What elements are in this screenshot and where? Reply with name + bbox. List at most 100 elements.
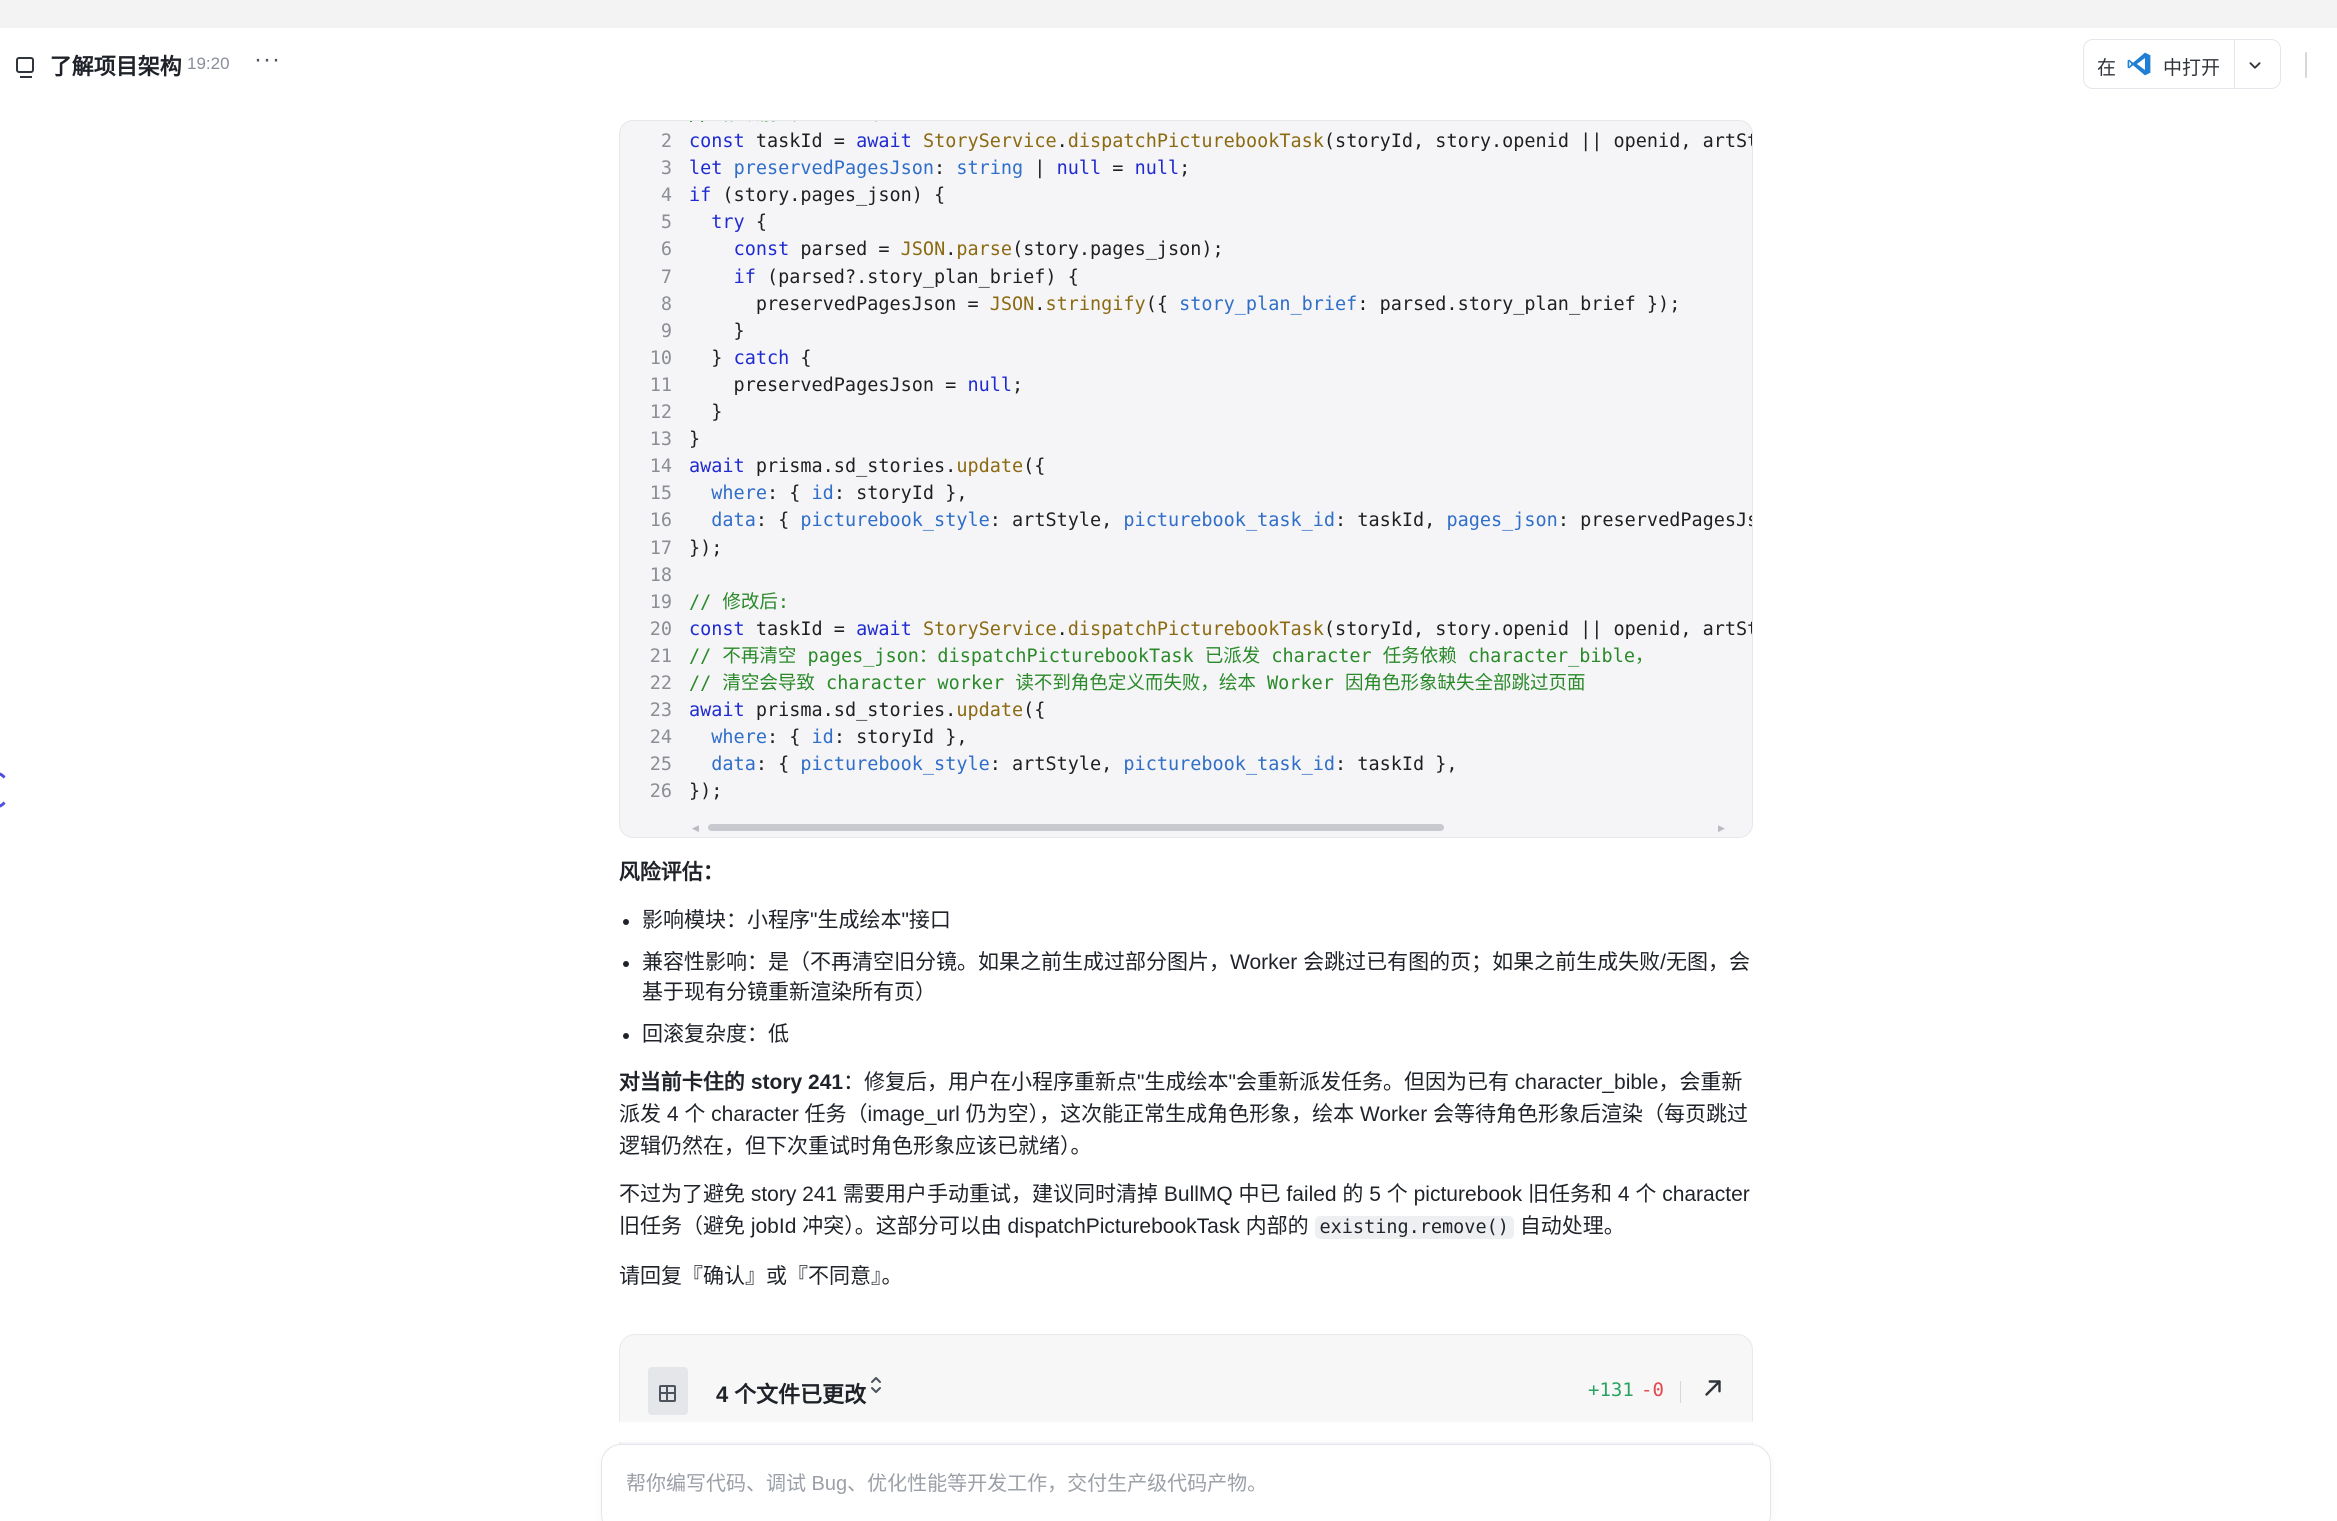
code-line: 13}	[620, 426, 1750, 453]
line-number: 6	[660, 239, 672, 261]
risk-bullet-text: 回滚复杂度：低	[642, 1023, 789, 1046]
message-input[interactable]	[626, 1473, 1726, 1496]
code-text: if (parsed?.story_plan_brief) {	[733, 266, 1079, 288]
open-in-vscode-button[interactable]: 在 中打开	[2084, 40, 2234, 88]
code-line: 8 preservedPagesJson = JSON.stringify({ …	[620, 291, 1750, 318]
line-number: 24	[649, 727, 672, 749]
code-text: const taskId = await StoryService.dispat…	[689, 131, 1753, 153]
code-line: 10 } catch {	[620, 345, 1750, 372]
code-line: 4 if (story.pages_json) {	[620, 182, 1750, 209]
chat-header	[0, 28, 2337, 100]
line-number: 14	[649, 456, 672, 478]
lines-removed: -0	[1641, 1379, 1664, 1401]
code-line: 15 where: { id: storyId },	[620, 480, 1750, 507]
code-block: 1 // 修改前（213-234）: 2 const taskId = await S…	[619, 120, 1753, 838]
code-text: where: { id: storyId },	[711, 727, 968, 749]
code-line: 17});	[620, 535, 1750, 562]
line-number: 2	[660, 131, 672, 153]
line-number: 21	[649, 645, 672, 667]
code-text: const taskId = await StoryService.dispat…	[689, 618, 1753, 640]
open-button-divider	[2234, 40, 2235, 88]
composer	[601, 1444, 1771, 1521]
code-text: // 清空会导致 character worker 读不到角色定义而失败，绘本 …	[689, 672, 1586, 694]
code-line: 6 const parsed = JSON.parse(story.pages_…	[620, 236, 1750, 263]
cleanup-paragraph: 不过为了避免 story 241 需要用户手动重试，建议同时清掉 BullMQ …	[619, 1179, 1753, 1244]
line-number: 5	[660, 212, 672, 234]
code-text: } catch {	[689, 347, 812, 369]
cleanup-after: 自动处理。	[1513, 1215, 1625, 1238]
line-number: 8	[660, 293, 672, 315]
code-line: 21 // 不再清空 pages_json：dispatchPicturebook…	[620, 643, 1750, 670]
code-text: // 不再清空 pages_json：dispatchPicturebookTa…	[689, 645, 1654, 667]
list-item: 影响模块：小程序"生成绘本"接口	[619, 906, 1749, 936]
code-text: try {	[711, 212, 767, 234]
line-number: 23	[649, 700, 672, 722]
code-text: });	[689, 537, 723, 559]
code-line: 5 try {	[620, 209, 1750, 236]
code-text: // 修改后:	[689, 591, 790, 613]
risk-bullet-text: 兼容性影响：是（不再清空旧分镜。如果之前生成过部分图片，Worker 会跳过已有…	[642, 951, 1750, 1004]
line-number: 4	[660, 185, 672, 207]
code-line: 20 const taskId = await StoryService.disp…	[620, 616, 1753, 643]
scroll-right-arrow[interactable]: ▶	[1718, 823, 1725, 834]
line-number: 18	[649, 564, 672, 586]
conversation-title[interactable]: 了解项目架构	[50, 49, 182, 81]
risk-bullet-text: 影响模块：小程序"生成绘本"接口	[642, 909, 951, 932]
code-line: 2 const taskId = await StoryService.dispa…	[620, 128, 1753, 155]
code-text: data: { picturebook_style: artStyle, pic…	[711, 510, 1753, 532]
code-line: 9 }	[620, 318, 1750, 345]
code-text: }	[689, 402, 723, 424]
code-text: await prisma.sd_stories.update({	[689, 700, 1046, 722]
changed-files-title[interactable]: 4 个文件已更改	[716, 1377, 866, 1409]
open-in-suffix: 中打开	[2163, 58, 2221, 79]
confirm-paragraph: 请回复『确认』或『不同意』。	[619, 1265, 903, 1288]
more-icon[interactable]: ···	[254, 46, 281, 74]
code-line: 11 preservedPagesJson = null;	[620, 372, 1750, 399]
code-line: 23 await prisma.sd_stories.update({	[620, 697, 1750, 724]
window-top-strip	[0, 0, 2337, 28]
code-line: 7 if (parsed?.story_plan_brief) {	[620, 264, 1750, 291]
code-text: }	[689, 429, 701, 451]
code-text: });	[689, 781, 723, 803]
code-text: preservedPagesJson = JSON.stringify({ st…	[689, 293, 1681, 315]
code-text: const parsed = JSON.parse(story.pages_js…	[733, 239, 1224, 261]
code-line: 16 data: { picturebook_style: artStyle, …	[620, 507, 1753, 534]
content-fade	[0, 1422, 2337, 1442]
code-text: where: { id: storyId },	[711, 483, 968, 505]
code-lines: 1 // 修改前（213-234）: 2 const taskId = await S…	[620, 121, 1753, 805]
code-text: // 修改前（213-234）:	[689, 121, 904, 128]
code-line: 14 await prisma.sd_stories.update({	[620, 453, 1750, 480]
chevron-down-icon[interactable]	[2244, 54, 2266, 76]
code-horizontal-scrollbar[interactable]	[708, 824, 1444, 831]
story-241-lead: 对当前卡住的 story 241	[619, 1071, 844, 1094]
line-number: 10	[649, 347, 672, 369]
line-number: 12	[649, 402, 672, 424]
chat-icon	[16, 57, 34, 78]
line-number: 9	[660, 320, 672, 342]
line-number: 22	[649, 672, 672, 694]
line-number: 17	[649, 537, 672, 559]
files-divider	[1680, 1381, 1681, 1403]
panel-resize-handle[interactable]	[2305, 52, 2307, 78]
risk-heading: 风险评估：	[619, 861, 724, 884]
code-text: await prisma.sd_stories.update({	[689, 456, 1046, 478]
code-line: 24 where: { id: storyId },	[620, 724, 1750, 751]
story-241-paragraph: 对当前卡住的 story 241：修复后，用户在小程序重新点"生成绘本"会重新派…	[619, 1067, 1753, 1163]
code-line: 18	[620, 562, 1750, 589]
code-line: 1 // 修改前（213-234）:	[620, 121, 1750, 128]
code-line: 26});	[620, 778, 1750, 805]
line-number: 7	[660, 266, 672, 288]
inline-code: existing.remove()	[1314, 1216, 1514, 1239]
code-line: 3 let preservedPagesJson: string | null =…	[620, 155, 1750, 182]
code-line: 12 }	[620, 399, 1750, 426]
code-line: 25 data: { picturebook_style: artStyle, …	[620, 751, 1750, 778]
line-number: 16	[649, 510, 672, 532]
open-external-icon[interactable]	[1700, 1375, 1726, 1401]
list-item: 兼容性影响：是（不再清空旧分镜。如果之前生成过部分图片，Worker 会跳过已有…	[619, 948, 1753, 1008]
line-number: 25	[649, 754, 672, 776]
file-grid-icon	[648, 1367, 688, 1415]
scroll-left-arrow[interactable]: ◀	[692, 823, 699, 834]
code-text: data: { picturebook_style: artStyle, pic…	[711, 754, 1458, 776]
line-number: 26	[649, 781, 672, 803]
expand-toggle-icon[interactable]	[868, 1374, 884, 1396]
